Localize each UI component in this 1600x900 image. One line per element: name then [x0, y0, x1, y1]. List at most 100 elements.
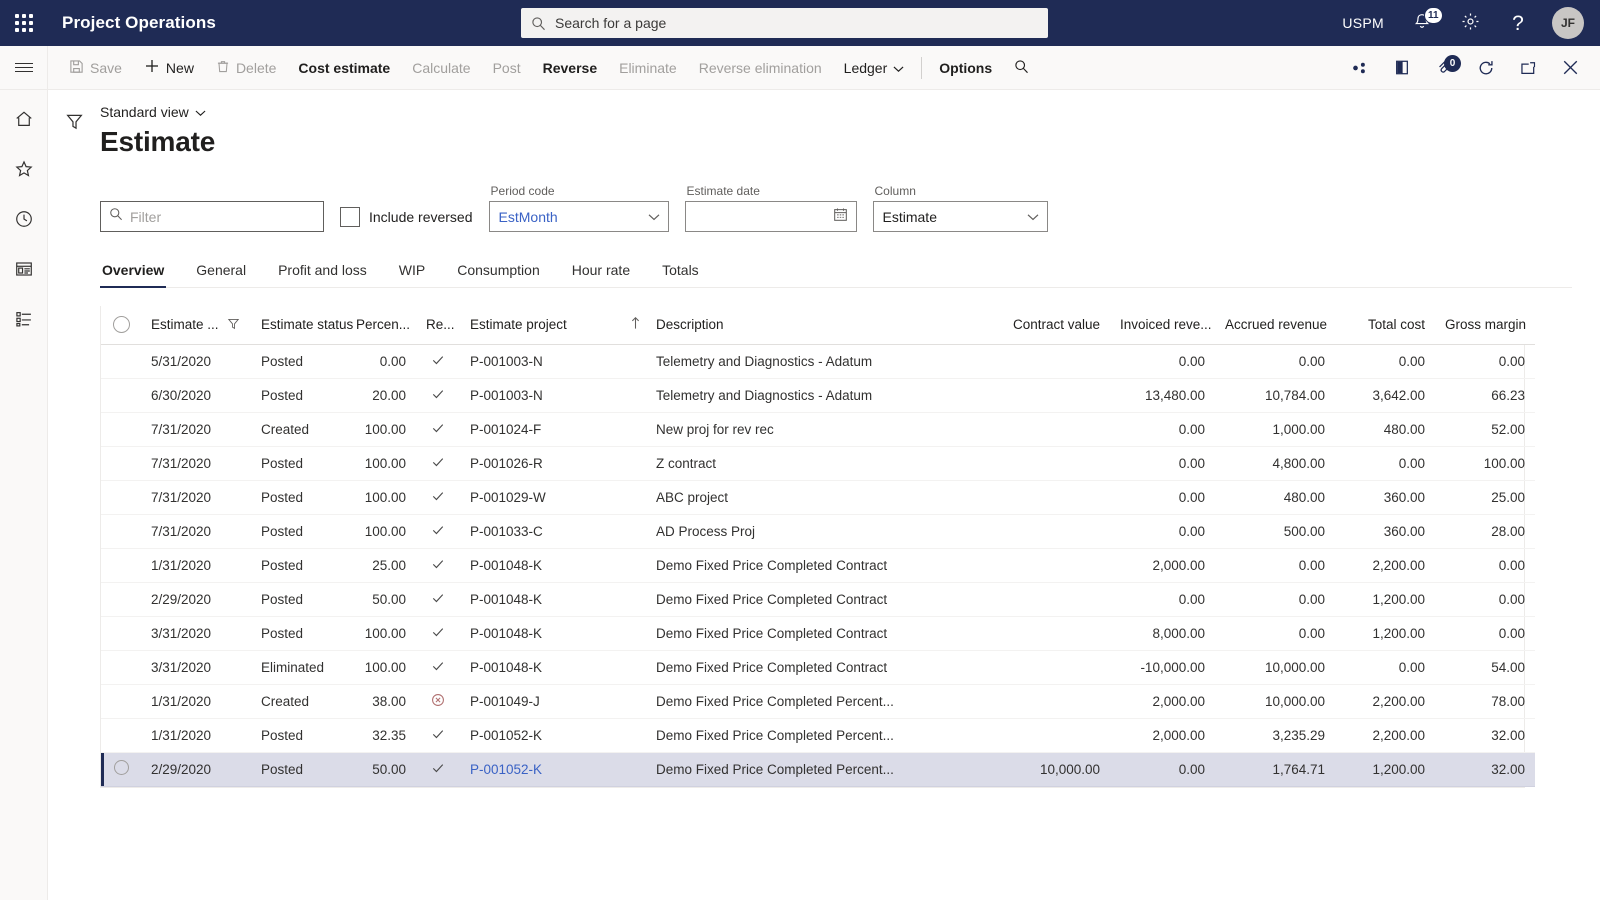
- modules-list-icon[interactable]: [7, 304, 41, 334]
- favorites-star-icon[interactable]: [7, 154, 41, 184]
- include-reversed-checkbox[interactable]: Include reversed: [340, 201, 473, 232]
- row-select-radio[interactable]: [101, 412, 141, 446]
- share-icon[interactable]: [1340, 46, 1380, 90]
- project-link[interactable]: P-001052-K: [470, 762, 542, 777]
- row-select-radio[interactable]: [101, 684, 141, 718]
- filter-funnel-icon[interactable]: [227, 317, 240, 333]
- workspaces-icon[interactable]: [7, 254, 41, 284]
- column-header-accrued-revenue[interactable]: Accrued revenue: [1215, 306, 1335, 344]
- options-button[interactable]: Options: [928, 46, 1003, 90]
- home-icon[interactable]: [7, 104, 41, 134]
- column-header-contract-value[interactable]: Contract value: [998, 306, 1110, 344]
- calendar-icon[interactable]: [833, 207, 848, 227]
- cell-estimate-project[interactable]: P-001048-K: [460, 582, 620, 616]
- cell-estimate-project[interactable]: P-001033-C: [460, 514, 620, 548]
- table-row[interactable]: 7/31/2020Posted100.00P-001029-WABC proje…: [101, 480, 1535, 514]
- row-select-radio[interactable]: [101, 582, 141, 616]
- table-row[interactable]: 3/31/2020Posted100.00P-001048-KDemo Fixe…: [101, 616, 1535, 650]
- column-header-sort-indicator[interactable]: [620, 306, 646, 344]
- cell-estimate-project[interactable]: P-001026-R: [460, 446, 620, 480]
- cell-estimate-project[interactable]: P-001052-K: [460, 752, 620, 786]
- avatar[interactable]: JF: [1552, 7, 1584, 39]
- column-header-select[interactable]: [101, 306, 141, 344]
- save-button[interactable]: Save: [58, 46, 133, 90]
- column-header-estimate-status[interactable]: Estimate status: [251, 306, 346, 344]
- row-select-radio[interactable]: [101, 718, 141, 752]
- tab-consumption[interactable]: Consumption: [441, 262, 556, 287]
- row-select-radio[interactable]: [101, 616, 141, 650]
- tab-wip[interactable]: WIP: [383, 262, 441, 287]
- cell-estimate-project[interactable]: P-001048-K: [460, 616, 620, 650]
- new-button[interactable]: New: [133, 46, 205, 90]
- command-search-button[interactable]: [1003, 46, 1040, 90]
- cost-estimate-button[interactable]: Cost estimate: [287, 46, 401, 90]
- reverse-button[interactable]: Reverse: [532, 46, 609, 90]
- recent-clock-icon[interactable]: [7, 204, 41, 234]
- quick-filter-input[interactable]: Filter: [100, 201, 324, 232]
- notifications-button[interactable]: 11: [1400, 0, 1444, 46]
- close-icon[interactable]: [1550, 46, 1590, 90]
- table-row[interactable]: 7/31/2020Created100.00P-001024-FNew proj…: [101, 412, 1535, 446]
- period-code-select[interactable]: EstMonth: [489, 201, 669, 232]
- estimate-date-input[interactable]: [685, 201, 857, 232]
- row-select-radio[interactable]: [101, 344, 141, 378]
- popout-icon[interactable]: [1508, 46, 1548, 90]
- cell-estimate-project[interactable]: P-001048-K: [460, 548, 620, 582]
- column-header-estimate-date[interactable]: Estimate ...: [141, 306, 251, 344]
- table-row[interactable]: 5/31/2020Posted0.00P-001003-NTelemetry a…: [101, 344, 1535, 378]
- hamburger-menu-icon[interactable]: [0, 46, 48, 90]
- eliminate-button[interactable]: Eliminate: [608, 46, 688, 90]
- row-select-radio[interactable]: [101, 548, 141, 582]
- column-header-description[interactable]: Description: [646, 306, 998, 344]
- tab-general[interactable]: General: [180, 262, 262, 287]
- cell-estimate-project[interactable]: P-001003-N: [460, 378, 620, 412]
- column-header-percent[interactable]: Percen...: [346, 306, 416, 344]
- tab-overview[interactable]: Overview: [100, 262, 180, 287]
- row-select-radio[interactable]: [101, 752, 141, 786]
- tab-hour-rate[interactable]: Hour rate: [556, 262, 646, 287]
- attachment-icon[interactable]: 0: [1424, 46, 1464, 90]
- cell-estimate-project[interactable]: P-001029-W: [460, 480, 620, 514]
- table-row[interactable]: 6/30/2020Posted20.00P-001003-NTelemetry …: [101, 378, 1535, 412]
- post-button[interactable]: Post: [482, 46, 532, 90]
- table-row[interactable]: 7/31/2020Posted100.00P-001026-RZ contrac…: [101, 446, 1535, 480]
- row-select-radio[interactable]: [101, 480, 141, 514]
- column-select[interactable]: Estimate: [873, 201, 1048, 232]
- row-select-radio[interactable]: [101, 378, 141, 412]
- table-row[interactable]: 3/31/2020Eliminated100.00P-001048-KDemo …: [101, 650, 1535, 684]
- open-in-new-icon[interactable]: [1382, 46, 1422, 90]
- app-launcher-icon[interactable]: [0, 0, 48, 46]
- table-row[interactable]: 7/31/2020Posted100.00P-001033-CAD Proces…: [101, 514, 1535, 548]
- calculate-button[interactable]: Calculate: [401, 46, 481, 90]
- row-select-radio[interactable]: [101, 650, 141, 684]
- cell-estimate-project[interactable]: P-001049-J: [460, 684, 620, 718]
- cell-estimate-project[interactable]: P-001052-K: [460, 718, 620, 752]
- column-header-total-cost[interactable]: Total cost: [1335, 306, 1435, 344]
- column-header-reversed[interactable]: Re...: [416, 306, 460, 344]
- column-header-estimate-project[interactable]: Estimate project: [460, 306, 620, 344]
- row-select-radio[interactable]: [101, 514, 141, 548]
- company-selector[interactable]: USPM: [1330, 0, 1396, 46]
- row-select-radio[interactable]: [101, 446, 141, 480]
- tab-profit-and-loss[interactable]: Profit and loss: [262, 262, 383, 287]
- delete-button[interactable]: Delete: [205, 46, 287, 90]
- table-row[interactable]: 2/29/2020Posted50.00P-001052-KDemo Fixed…: [101, 752, 1535, 786]
- view-selector[interactable]: Standard view: [100, 104, 206, 120]
- global-search-input[interactable]: Search for a page: [521, 8, 1048, 38]
- settings-button[interactable]: [1448, 0, 1492, 46]
- column-header-invoiced-revenue[interactable]: Invoiced reve...: [1110, 306, 1215, 344]
- table-row[interactable]: 2/29/2020Posted50.00P-001048-KDemo Fixed…: [101, 582, 1535, 616]
- cell-estimate-project[interactable]: P-001003-N: [460, 344, 620, 378]
- reverse-elimination-button[interactable]: Reverse elimination: [688, 46, 833, 90]
- cell-estimate-project[interactable]: P-001024-F: [460, 412, 620, 446]
- cell-estimate-project[interactable]: P-001048-K: [460, 650, 620, 684]
- ledger-menu-button[interactable]: Ledger: [833, 46, 916, 90]
- filter-funnel-icon[interactable]: [58, 106, 90, 136]
- help-button[interactable]: ?: [1496, 0, 1540, 46]
- table-row[interactable]: 1/31/2020Created38.00P-001049-JDemo Fixe…: [101, 684, 1535, 718]
- tab-totals[interactable]: Totals: [646, 262, 715, 287]
- table-row[interactable]: 1/31/2020Posted25.00P-001048-KDemo Fixed…: [101, 548, 1535, 582]
- column-header-gross-margin[interactable]: Gross margin: [1435, 306, 1535, 344]
- refresh-icon[interactable]: [1466, 46, 1506, 90]
- table-row[interactable]: 1/31/2020Posted32.35P-001052-KDemo Fixed…: [101, 718, 1535, 752]
